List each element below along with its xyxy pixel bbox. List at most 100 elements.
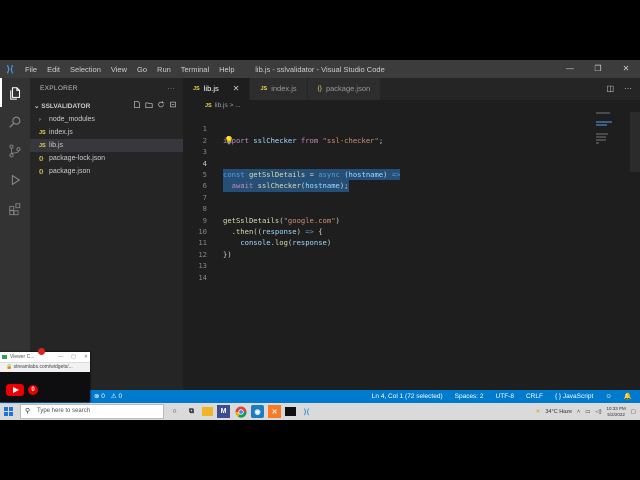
minimize-icon[interactable]: — [58, 352, 63, 362]
tab-label: package.json [325, 84, 371, 93]
js-file-icon: JS [260, 86, 268, 92]
taskbar-apps: ○ ⧉ M ◉ ✕ ⟩⟨ [168, 405, 313, 418]
tree-item-label: package.json [49, 168, 91, 175]
tree-item-index-js[interactable]: JS index.js [30, 126, 183, 139]
vscode-taskbar-icon[interactable]: ⟩⟨ [300, 405, 313, 418]
extensions-icon[interactable] [0, 194, 30, 223]
notification-center-icon[interactable]: ▢ [631, 409, 636, 415]
close-icon[interactable]: ✕ [84, 352, 88, 362]
status-warnings[interactable]: ⚠ 0 [111, 390, 122, 403]
window-controls: — ❐ ✕ [556, 60, 640, 78]
menu-selection[interactable]: Selection [65, 65, 106, 74]
refresh-icon[interactable] [157, 100, 165, 109]
explorer-icon[interactable] [0, 78, 30, 107]
task-view-icon[interactable]: ⧉ [185, 405, 198, 418]
editor-actions: ◫ ··· [606, 78, 632, 100]
vscode-logo-icon: ⟩⟨ [6, 63, 14, 74]
editor-tabs: JS lib.js ✕ JS index.js {} package.json … [183, 78, 640, 100]
status-eol[interactable]: CRLF [526, 390, 543, 403]
json-file-icon: {} [317, 85, 322, 92]
run-debug-icon[interactable] [0, 165, 30, 194]
file-explorer-icon[interactable] [202, 407, 213, 416]
code-line: 10 console.log(response) [183, 215, 640, 247]
terminal-icon[interactable] [285, 407, 296, 416]
workspace-folder[interactable]: ⌄ SSLVALIDATOR [30, 100, 183, 113]
breadcrumb-file[interactable]: lib.js [215, 102, 228, 109]
code-line: 2 [183, 123, 640, 145]
volume-icon[interactable]: ◁) [595, 409, 601, 415]
tree-item-package-json[interactable]: {} package.json [30, 165, 183, 178]
clock-time: 10:33 PM [606, 405, 626, 411]
lightbulb-icon[interactable]: 💡 [224, 136, 234, 145]
menu-run[interactable]: Run [152, 65, 176, 74]
restore-icon[interactable]: ▢ [71, 352, 76, 362]
streamlabs-icon [2, 355, 7, 359]
editor-scrollbar[interactable] [630, 112, 640, 172]
close-icon[interactable]: ✕ [612, 60, 640, 78]
tree-item-lib-js[interactable]: JS lib.js [30, 139, 183, 152]
collapse-all-icon[interactable] [169, 100, 177, 109]
store-icon[interactable]: M [217, 405, 230, 418]
status-errors[interactable]: ⊗ 0 [94, 390, 105, 403]
popup-url-text: streamlabs.com/widgets/... [13, 364, 73, 370]
network-icon[interactable]: ▭ [585, 409, 590, 415]
menu-go[interactable]: Go [132, 65, 152, 74]
js-file-icon: JS [205, 103, 212, 109]
code-line: 9 .then((response) => { [183, 203, 640, 236]
menu-terminal[interactable]: Terminal [176, 65, 214, 74]
line-number: 14 [198, 272, 207, 282]
folder-actions [133, 100, 177, 109]
breadcrumb-separator: > [229, 102, 234, 109]
new-folder-icon[interactable] [145, 100, 153, 109]
menu-edit[interactable]: Edit [42, 65, 65, 74]
lock-icon: 🔒 [6, 364, 13, 370]
tree-item-label: lib.js [49, 142, 64, 149]
minimap[interactable] [596, 112, 626, 152]
xampp-icon[interactable]: ✕ [268, 405, 281, 418]
more-actions-icon[interactable]: ··· [624, 78, 632, 100]
code-editor[interactable]: 1 import sslChecker from "ssl-checker"; … [183, 112, 640, 390]
tray-chevron-icon[interactable]: ˄ [577, 409, 580, 415]
close-tab-icon[interactable]: ✕ [233, 78, 240, 100]
chrome-icon[interactable] [234, 405, 247, 418]
code-line: 8 getSslDetails("google.com") [183, 192, 640, 224]
minimize-icon[interactable]: — [556, 60, 584, 78]
more-actions-icon[interactable]: ··· [168, 78, 175, 100]
status-indentation[interactable]: Spaces: 2 [455, 390, 484, 403]
restore-icon[interactable]: ❐ [584, 60, 612, 78]
youtube-icon [6, 384, 24, 396]
record-badge-icon [38, 348, 45, 355]
tree-item-label: node_modules [49, 116, 95, 123]
taskbar-clock[interactable]: 10:33 PM 5/2/2022 [607, 406, 626, 418]
viewer-count-popup: Viewer C... — ▢ ✕ 🔒 streamlabs.com/widge… [0, 348, 90, 402]
menu-file[interactable]: File [20, 65, 42, 74]
weather-text[interactable]: 34°C Haze [545, 409, 572, 415]
tab-lib-js[interactable]: JS lib.js ✕ [183, 78, 251, 100]
cortana-icon[interactable]: ○ [168, 405, 181, 418]
obs-icon[interactable]: ◉ [251, 405, 264, 418]
windows-start-icon[interactable] [4, 407, 13, 416]
tab-index-js[interactable]: JS index.js [250, 78, 308, 100]
source-control-icon[interactable] [0, 136, 30, 165]
menu-view[interactable]: View [106, 65, 132, 74]
tree-item-package-lock-json[interactable]: {} package-lock.json [30, 152, 183, 165]
status-cursor-position[interactable]: Ln 4, Col 1 (72 selected) [372, 390, 443, 403]
status-encoding[interactable]: UTF-8 [496, 390, 514, 403]
split-editor-icon[interactable]: ◫ [606, 78, 614, 100]
status-language[interactable]: { } JavaScript [555, 390, 593, 403]
explorer-title: EXPLORER ··· [30, 78, 183, 100]
tree-item-node-modules[interactable]: › node_modules [30, 113, 183, 126]
notifications-icon[interactable]: 🔔 [624, 390, 632, 403]
search-icon[interactable] [0, 107, 30, 136]
taskbar-search-input[interactable]: ⚲ Type here to search [20, 404, 164, 419]
workspace-folder-label: SSLVALIDATOR [41, 103, 91, 110]
new-file-icon[interactable] [133, 100, 141, 109]
feedback-icon[interactable]: ☺ [605, 390, 612, 403]
breadcrumb: JS lib.js > ... [183, 100, 241, 111]
title-bar: ⟩⟨ File Edit Selection View Go Run Termi… [0, 60, 640, 78]
breadcrumb-more[interactable]: ... [235, 102, 240, 109]
tab-package-json[interactable]: {} package.json [307, 78, 382, 100]
code-line: 12 [183, 237, 640, 259]
menu-help[interactable]: Help [214, 65, 239, 74]
tree-item-label: index.js [49, 129, 73, 136]
